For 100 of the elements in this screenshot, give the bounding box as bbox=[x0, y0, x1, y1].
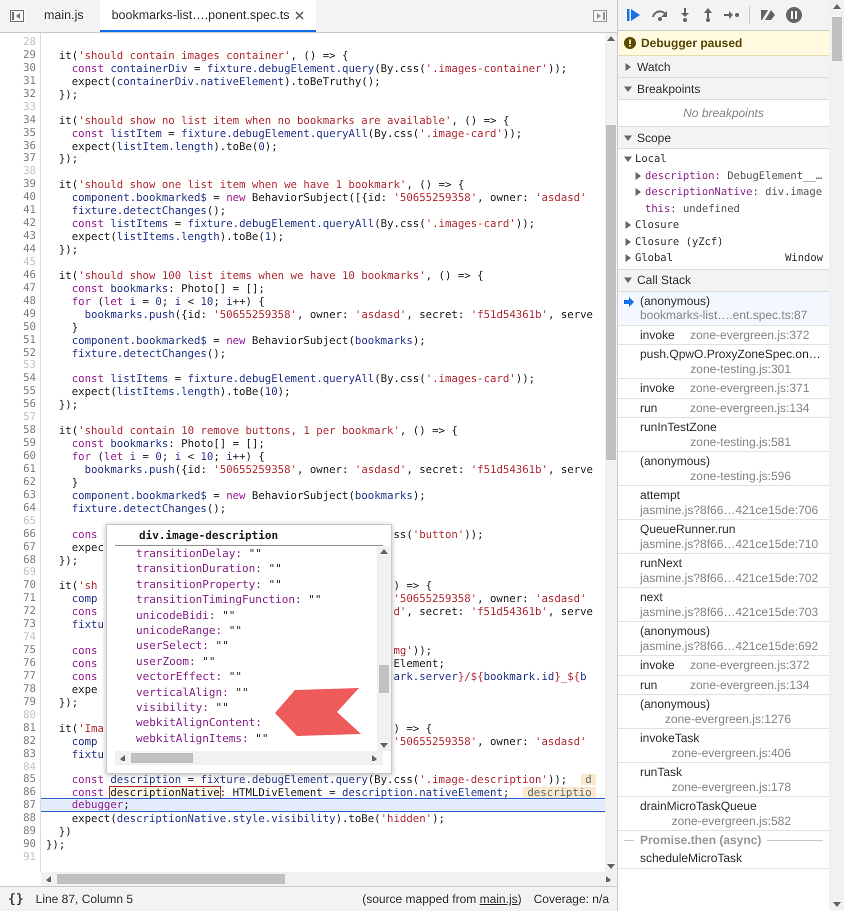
property-entry: unicodeRange: "" bbox=[136, 623, 243, 638]
line-number: 35 bbox=[22, 126, 37, 140]
line-number: 64 bbox=[22, 502, 37, 515]
collapsed-triangle-icon[interactable] bbox=[624, 254, 632, 262]
variable-entry[interactable]: description: DebugElement__… bbox=[645, 170, 822, 182]
code-fragment: '50655259358', owner: 'asdasd' bbox=[393, 593, 587, 604]
step-over-icon[interactable] bbox=[651, 8, 669, 22]
collapsed-triangle-icon[interactable] bbox=[624, 221, 632, 230]
pause-icon[interactable] bbox=[786, 7, 802, 23]
scroll-left-icon[interactable] bbox=[119, 755, 127, 762]
expanded-triangle-icon[interactable] bbox=[624, 134, 632, 142]
call-stack-header[interactable]: Call Stack bbox=[618, 270, 829, 292]
code-line: bookmarks.push({id: '50655259358', owner: 'asdasd', secret: 'f51d54361b', serve bbox=[84, 462, 594, 476]
collapsed-triangle-icon[interactable] bbox=[624, 62, 632, 70]
call-frame[interactable]: (anonymous) bookmarks-list….ent.spec.ts:87 bbox=[618, 292, 829, 326]
watch-header[interactable]: Watch bbox=[618, 56, 829, 78]
line-number: 86 bbox=[22, 786, 37, 800]
scroll-thumb[interactable] bbox=[131, 753, 193, 764]
line-number: 30 bbox=[22, 62, 37, 75]
code-fragment: comp bbox=[70, 734, 98, 748]
line-number: 37 bbox=[22, 152, 37, 166]
scroll-down-icon[interactable] bbox=[832, 902, 840, 908]
line-number: 56 bbox=[22, 398, 37, 412]
scroll-down-icon[interactable] bbox=[607, 864, 615, 870]
line-number: 63 bbox=[22, 488, 37, 502]
code-line: fixture.detectChanges(); bbox=[70, 204, 228, 218]
resume-icon[interactable] bbox=[626, 8, 642, 22]
code-line: expect(descriptionNative.style.visibility).toBe('hidden'); bbox=[70, 812, 446, 826]
code-line: const listItem = fixture.debugElement.queryAll(By.css('.image-card')); bbox=[70, 126, 524, 140]
deactivate-breakpoints-icon[interactable] bbox=[759, 8, 777, 22]
call-frame[interactable]: invoke zone-evergreen.js:372 bbox=[618, 656, 829, 676]
step-icon[interactable] bbox=[724, 8, 740, 22]
file-tab[interactable]: bookmarks-list….ponent.spec.ts bbox=[100, 0, 316, 32]
scroll-right-icon[interactable] bbox=[605, 876, 613, 882]
scroll-thumb[interactable] bbox=[379, 664, 389, 693]
expanded-triangle-icon[interactable] bbox=[624, 276, 632, 284]
line-number: 80 bbox=[22, 708, 37, 722]
file-tab[interactable]: main.js bbox=[32, 0, 96, 32]
code-line: const listItems = fixture.debugElement.queryAll(By.css('.images-card')); bbox=[70, 372, 536, 386]
call-frame[interactable]: run zone-evergreen.js:134 bbox=[618, 398, 829, 418]
line-number: 79 bbox=[22, 696, 37, 709]
horizontal-scrollbar[interactable] bbox=[115, 751, 383, 766]
scroll-right-icon[interactable] bbox=[371, 755, 379, 762]
line-number: 36 bbox=[22, 140, 37, 152]
call-frame[interactable]: invoke zone-evergreen.js:371 bbox=[618, 379, 829, 398]
call-frame[interactable]: run zone-evergreen.js:134 bbox=[618, 676, 829, 695]
line-number: 82 bbox=[22, 734, 37, 748]
line-number: 77 bbox=[22, 670, 37, 683]
code-fragment: it('Ima bbox=[58, 722, 104, 735]
code-fragment: cons bbox=[70, 670, 98, 683]
code-line: }); bbox=[58, 152, 78, 166]
close-icon[interactable] bbox=[295, 10, 304, 20]
scroll-thumb[interactable] bbox=[57, 874, 285, 884]
line-number: 55 bbox=[22, 385, 37, 398]
section-title: Scope bbox=[637, 130, 672, 144]
scroll-up-icon[interactable] bbox=[380, 548, 388, 554]
scroll-up-icon[interactable] bbox=[607, 35, 615, 41]
code-fragment: }); bbox=[58, 696, 78, 709]
scope-name[interactable]: Closure (yZcf) bbox=[635, 236, 724, 248]
scrollbar[interactable] bbox=[829, 0, 844, 911]
line-number: 70 bbox=[22, 579, 37, 592]
scrollbar[interactable] bbox=[605, 33, 617, 872]
code-line: } bbox=[70, 476, 80, 489]
scroll-thumb[interactable] bbox=[606, 125, 616, 460]
scope-header[interactable]: Scope bbox=[618, 127, 829, 149]
scroll-thumb[interactable] bbox=[832, 17, 842, 61]
scroll-left-icon[interactable] bbox=[45, 876, 53, 882]
line-number: 43 bbox=[22, 230, 37, 243]
line-number: 47 bbox=[22, 282, 37, 295]
breakpoints-header[interactable]: Breakpoints bbox=[618, 78, 829, 100]
variable-entry[interactable]: descriptionNative: div.image bbox=[645, 186, 822, 198]
scope-name[interactable]: Closure bbox=[635, 219, 680, 232]
call-frame[interactable]: invoke zone-evergreen.js:372 bbox=[618, 326, 829, 345]
scroll-down-icon[interactable] bbox=[380, 743, 388, 750]
scope-name[interactable]: Local bbox=[635, 153, 667, 166]
line-number: 75 bbox=[22, 644, 37, 657]
code-fragment: expe bbox=[70, 682, 98, 696]
code-line: }); bbox=[58, 398, 80, 412]
expanded-triangle-icon[interactable] bbox=[624, 84, 632, 92]
horizontal-scrollbar[interactable] bbox=[41, 872, 617, 886]
property-entry: visibility: "" bbox=[136, 700, 230, 716]
source-link[interactable]: main.js bbox=[480, 892, 518, 906]
line-number: 62 bbox=[22, 476, 37, 489]
variable-entry[interactable]: this: undefined bbox=[645, 202, 740, 215]
scrollbar[interactable] bbox=[377, 546, 391, 752]
pretty-print-button[interactable]: {} bbox=[8, 892, 24, 906]
collapsed-triangle-icon[interactable] bbox=[624, 238, 632, 246]
step-out-icon[interactable] bbox=[701, 8, 715, 22]
line-number: 76 bbox=[22, 657, 37, 670]
scroll-up-icon[interactable] bbox=[832, 3, 840, 9]
call-frame[interactable]: scheduleMicroTask bbox=[618, 849, 829, 868]
code-line: expect(containerDiv.nativeElement).toBeTruthy(); bbox=[70, 74, 382, 88]
code-fragment: Element; bbox=[393, 658, 445, 669]
collapsed-triangle-icon[interactable] bbox=[634, 172, 642, 180]
expanded-triangle-icon[interactable] bbox=[624, 155, 632, 164]
property-entry: transitionDelay: "" bbox=[136, 546, 263, 562]
collapsed-triangle-icon[interactable] bbox=[634, 188, 642, 196]
property-entry: transitionProperty: "" bbox=[136, 576, 283, 592]
scope-name[interactable]: Global bbox=[635, 252, 673, 264]
code-line: fixture.detectChanges(); bbox=[70, 502, 228, 515]
